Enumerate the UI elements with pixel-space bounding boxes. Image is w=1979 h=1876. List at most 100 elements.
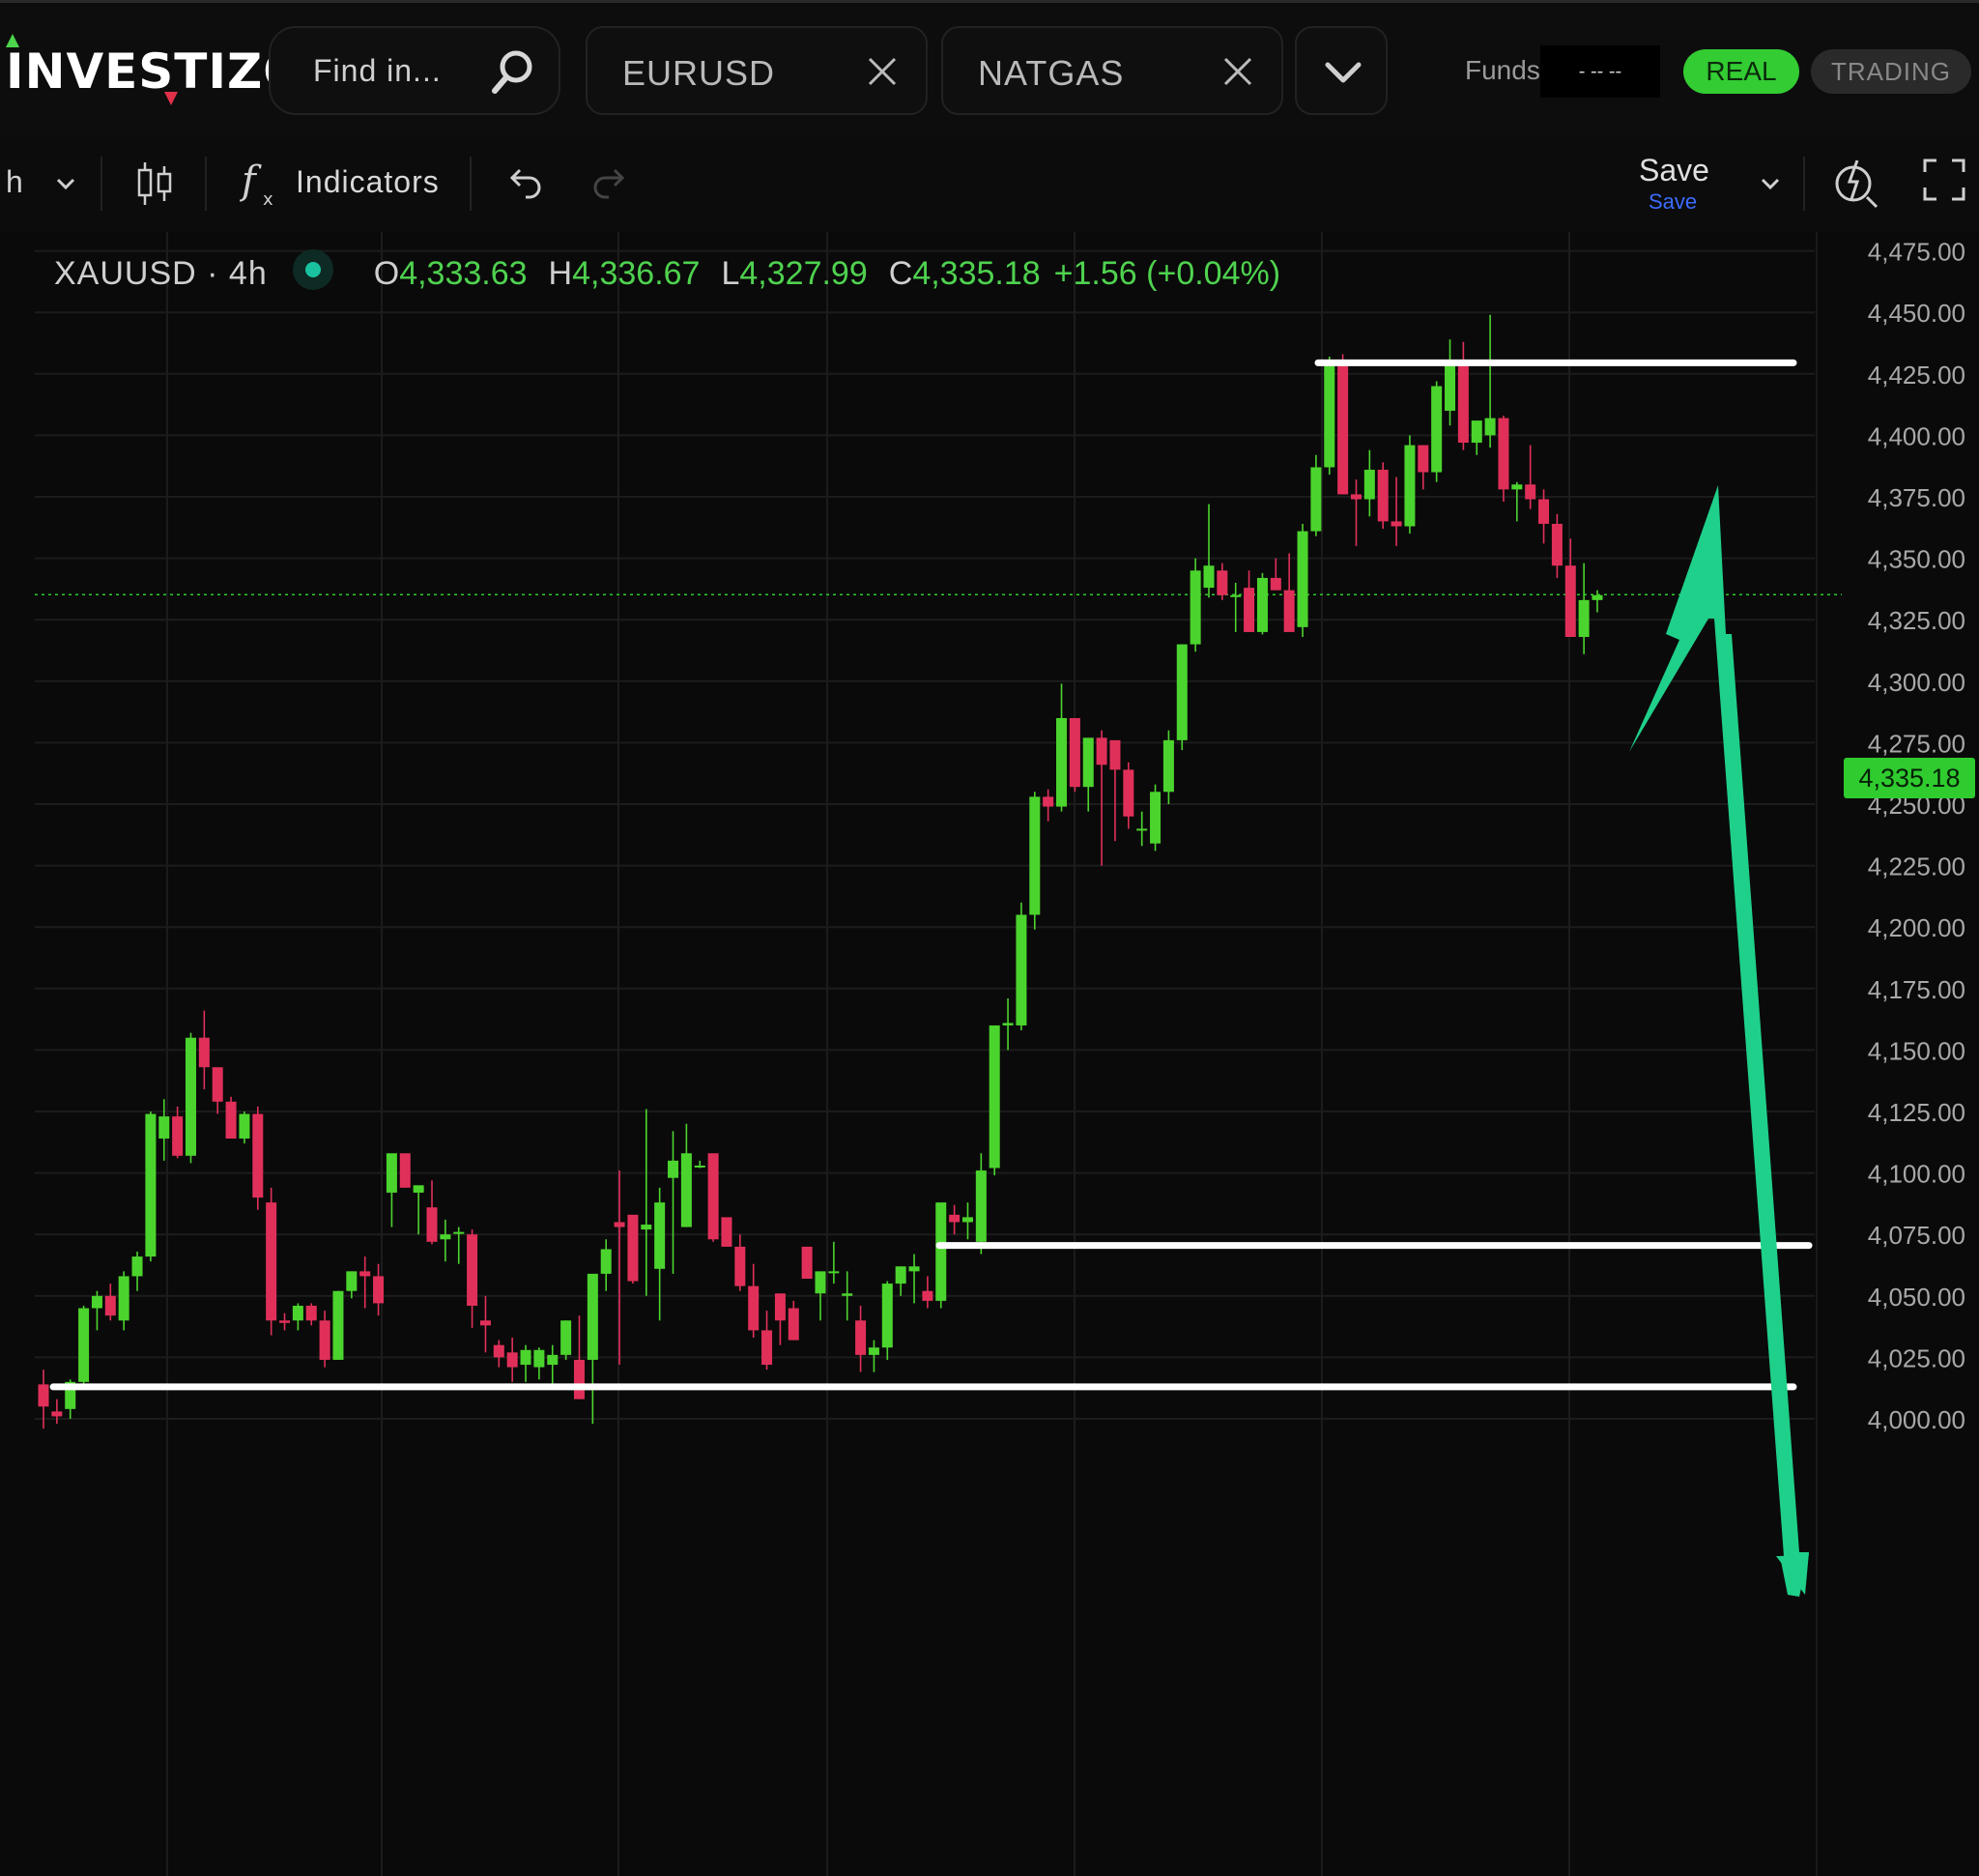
candle [172, 1106, 184, 1159]
candle [1002, 997, 1014, 1051]
brand-logo[interactable]: INVESTIZO [6, 32, 304, 109]
current-price-label: 4,335.18 [1844, 758, 1975, 798]
trading-mode-button[interactable]: TRADING [1811, 49, 1971, 94]
undo-icon[interactable] [504, 164, 543, 203]
candle [1377, 462, 1389, 530]
indicators-button[interactable]: Indicators [296, 164, 440, 200]
candle [1016, 902, 1027, 1031]
candle [453, 1227, 465, 1264]
candle [1525, 445, 1536, 509]
candle [1551, 513, 1563, 578]
candle [533, 1347, 545, 1380]
candle [212, 1067, 223, 1114]
candle [560, 1320, 572, 1360]
candle [104, 1284, 116, 1321]
y-tick-label: 4,300.00 [1868, 668, 1965, 697]
interval-selector[interactable]: h [6, 164, 23, 200]
candle [359, 1256, 371, 1309]
candle [1363, 449, 1375, 517]
high-value: 4,336.67 [572, 255, 701, 292]
candle [440, 1219, 451, 1262]
y-tick-label: 4,400.00 [1868, 421, 1965, 450]
price-chart[interactable]: 4,500.004,475.004,450.004,425.004,400.00… [0, 232, 1979, 1876]
svg-text:f: f [240, 159, 262, 203]
candle [38, 1370, 49, 1429]
candle [975, 1153, 987, 1255]
search-box[interactable]: Find in... [269, 26, 560, 115]
candle [1391, 476, 1402, 546]
search-icon[interactable] [487, 47, 537, 98]
save-status: Save [1649, 189, 1698, 214]
candle [694, 1160, 705, 1169]
market-status-icon [292, 249, 333, 290]
candle [1217, 563, 1228, 600]
candle [734, 1234, 746, 1291]
candle [1283, 553, 1295, 632]
y-tick-label: 4,475.00 [1868, 238, 1965, 267]
candle [346, 1271, 358, 1299]
close-icon[interactable] [1221, 55, 1254, 88]
candle [1445, 339, 1456, 426]
trading-app: INVESTIZO Find in... EURUSD NATGAS Funds… [0, 0, 1979, 1876]
candle [1123, 762, 1134, 829]
tab-eurusd[interactable]: EURUSD [586, 26, 928, 115]
candle [118, 1271, 129, 1331]
candle [1203, 504, 1215, 598]
candle [989, 1025, 1000, 1176]
candle [225, 1096, 237, 1139]
candle [587, 1273, 598, 1425]
candle [801, 1246, 813, 1279]
symbol-label[interactable]: XAUUSD · 4h [54, 255, 268, 292]
candle [1471, 420, 1482, 455]
candle [935, 1202, 947, 1309]
candle [279, 1313, 291, 1331]
candle [668, 1131, 679, 1274]
fullscreen-icon[interactable] [1923, 159, 1965, 201]
candle [399, 1153, 411, 1188]
tab-natgas[interactable]: NATGAS [941, 26, 1283, 115]
chart-canvas[interactable]: 4,500.004,475.004,450.004,425.004,400.00… [0, 232, 1979, 1876]
candle [1350, 479, 1362, 546]
candle [1297, 523, 1308, 638]
tab-label: EURUSD [622, 53, 776, 93]
candle [922, 1276, 933, 1309]
candle [748, 1263, 760, 1339]
candle [1082, 737, 1094, 812]
real-mode-button[interactable]: REAL [1683, 49, 1799, 94]
function-icon[interactable]: f x [240, 155, 282, 213]
chevron-down-icon[interactable] [1759, 176, 1782, 191]
candle [1043, 789, 1054, 822]
open-value: 4,333.63 [399, 255, 528, 292]
y-tick-label: 4,125.00 [1868, 1098, 1965, 1127]
save-button[interactable]: Save [1639, 153, 1709, 188]
y-tick-label: 4,050.00 [1868, 1283, 1965, 1312]
candle [1256, 572, 1268, 635]
candle [506, 1338, 518, 1382]
funds-label: Funds [1465, 55, 1540, 85]
y-tick-label: 4,075.00 [1868, 1221, 1965, 1250]
candle [721, 1217, 732, 1247]
candle [145, 1111, 157, 1262]
close-icon[interactable] [866, 55, 899, 88]
chevron-down-icon [1325, 62, 1362, 83]
candle [1136, 811, 1148, 847]
alert-clock-icon[interactable] [1832, 155, 1880, 209]
more-tabs-button[interactable] [1295, 26, 1388, 115]
candle [788, 1300, 799, 1341]
candle [479, 1295, 491, 1353]
candle [680, 1123, 692, 1227]
y-tick-label: 4,425.00 [1868, 361, 1965, 390]
y-tick-label: 4,325.00 [1868, 606, 1965, 635]
candle [266, 1187, 277, 1336]
brand-name: INVESTIZO [6, 43, 305, 100]
chevron-down-icon[interactable] [54, 176, 77, 191]
candle [1270, 558, 1281, 591]
candle [131, 1252, 143, 1291]
candle [1457, 341, 1469, 450]
candles-icon[interactable] [135, 159, 174, 209]
candle [868, 1340, 879, 1372]
candle [895, 1266, 906, 1296]
candle [1404, 435, 1416, 534]
candle [91, 1290, 102, 1331]
redo-icon[interactable] [591, 164, 630, 203]
